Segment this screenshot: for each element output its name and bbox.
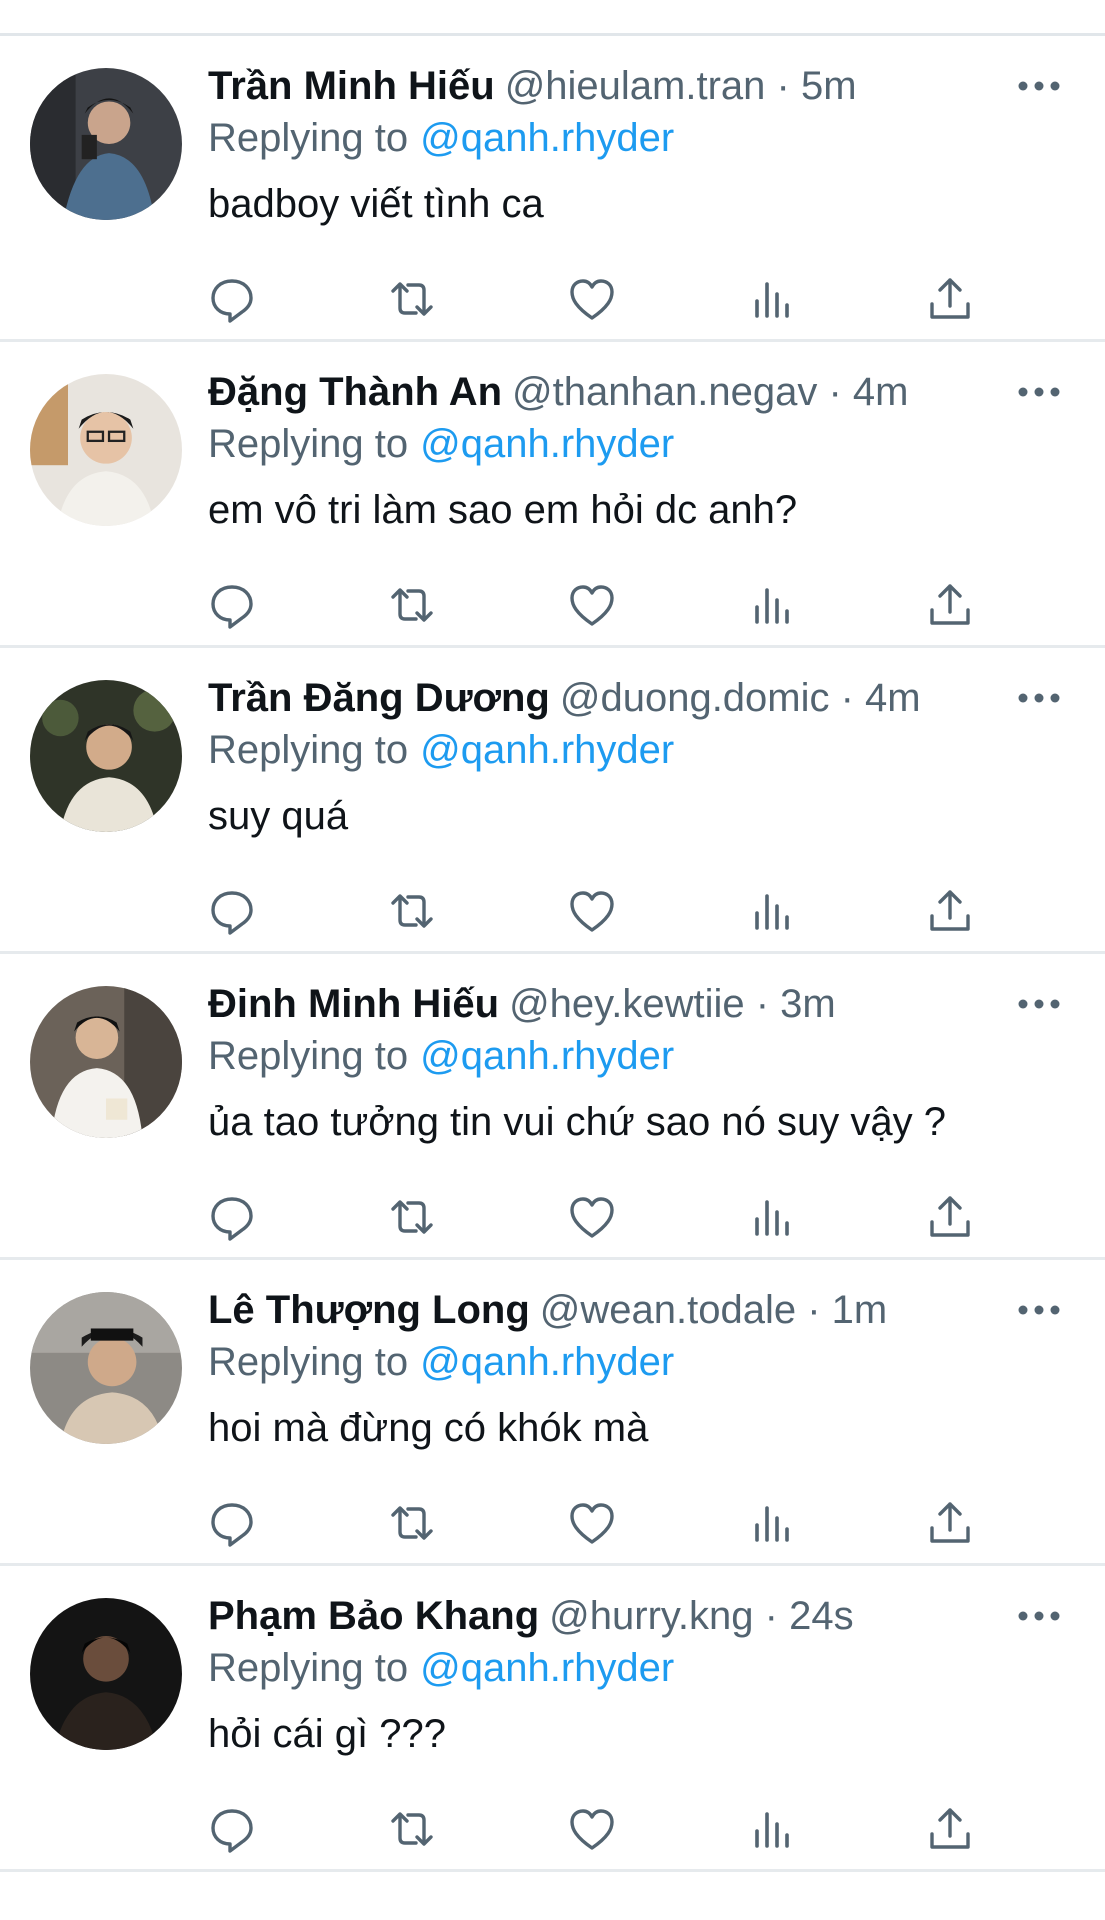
handle-and-time: @duong.domic · 4m bbox=[559, 676, 921, 720]
tweet-item[interactable]: Trần Minh Hiếu @hieulam.tran · 5m Replyin… bbox=[0, 36, 1105, 342]
replying-prefix: Replying to bbox=[208, 422, 409, 466]
mention-link[interactable]: @qanh.rhyder bbox=[420, 116, 674, 160]
share-icon[interactable] bbox=[923, 1496, 977, 1550]
like-icon[interactable] bbox=[565, 1802, 619, 1856]
display-name[interactable]: Đặng Thành An bbox=[208, 370, 502, 414]
more-icon[interactable] bbox=[1017, 992, 1061, 1016]
handle-and-time: @hurry.kng · 24s bbox=[549, 1594, 854, 1638]
mention-link[interactable]: @qanh.rhyder bbox=[420, 1340, 674, 1384]
replying-to-line: Replying to @qanh.rhyder bbox=[208, 724, 674, 776]
handle-and-time: @hey.kewtiie · 3m bbox=[509, 982, 836, 1026]
share-icon[interactable] bbox=[923, 578, 977, 632]
retweet-icon[interactable] bbox=[385, 1496, 439, 1550]
share-icon[interactable] bbox=[923, 1802, 977, 1856]
tweet-header: Trần Minh Hiếu @hieulam.tran · 5m bbox=[208, 60, 857, 112]
tweet-header: Lê Thượng Long @wean.todale · 1m bbox=[208, 1284, 887, 1336]
avatar[interactable] bbox=[30, 374, 182, 526]
reply-icon[interactable] bbox=[205, 1802, 259, 1856]
tweet-text: suy quá bbox=[208, 794, 349, 838]
share-icon[interactable] bbox=[923, 1190, 977, 1244]
handle-and-time: @wean.todale · 1m bbox=[539, 1288, 888, 1332]
avatar[interactable] bbox=[30, 1598, 182, 1750]
more-icon[interactable] bbox=[1017, 74, 1061, 98]
views-icon[interactable] bbox=[745, 1190, 799, 1244]
display-name[interactable]: Trần Đăng Dương bbox=[208, 676, 550, 720]
views-icon[interactable] bbox=[745, 578, 799, 632]
mention-link[interactable]: @qanh.rhyder bbox=[420, 1034, 674, 1078]
avatar[interactable] bbox=[30, 680, 182, 832]
replying-to-line: Replying to @qanh.rhyder bbox=[208, 1642, 674, 1694]
replying-prefix: Replying to bbox=[208, 116, 409, 160]
reply-icon[interactable] bbox=[205, 578, 259, 632]
replying-to-line: Replying to @qanh.rhyder bbox=[208, 1030, 674, 1082]
views-icon[interactable] bbox=[745, 1802, 799, 1856]
share-icon[interactable] bbox=[923, 272, 977, 326]
like-icon[interactable] bbox=[565, 272, 619, 326]
tweet-item[interactable]: Phạm Bảo Khang @hurry.kng · 24s Replying … bbox=[0, 1566, 1105, 1872]
reply-icon[interactable] bbox=[205, 884, 259, 938]
retweet-icon[interactable] bbox=[385, 578, 439, 632]
mention-link[interactable]: @qanh.rhyder bbox=[420, 422, 674, 466]
tweet-item[interactable]: Đinh Minh Hiếu @hey.kewtiie · 3m Replying… bbox=[0, 954, 1105, 1260]
tweet-text: ủa tao tưởng tin vui chứ sao nó suy vậy … bbox=[208, 1100, 946, 1144]
reply-icon[interactable] bbox=[205, 272, 259, 326]
tweet-text: hỏi cái gì ??? bbox=[208, 1712, 446, 1756]
action-bar bbox=[0, 272, 1105, 326]
replying-to-line: Replying to @qanh.rhyder bbox=[208, 1336, 674, 1388]
retweet-icon[interactable] bbox=[385, 884, 439, 938]
action-bar bbox=[0, 1496, 1105, 1550]
replying-to-line: Replying to @qanh.rhyder bbox=[208, 418, 674, 470]
more-icon[interactable] bbox=[1017, 1298, 1061, 1322]
tweet-header: Phạm Bảo Khang @hurry.kng · 24s bbox=[208, 1590, 854, 1642]
tweet-item[interactable]: Đặng Thành An @thanhan.negav · 4m Replyin… bbox=[0, 342, 1105, 648]
share-icon[interactable] bbox=[923, 884, 977, 938]
display-name[interactable]: Đinh Minh Hiếu bbox=[208, 982, 499, 1026]
reply-icon[interactable] bbox=[205, 1496, 259, 1550]
replying-prefix: Replying to bbox=[208, 728, 409, 772]
views-icon[interactable] bbox=[745, 272, 799, 326]
tweet-text: badboy viết tình ca bbox=[208, 182, 544, 226]
more-icon[interactable] bbox=[1017, 1604, 1061, 1628]
retweet-icon[interactable] bbox=[385, 1802, 439, 1856]
like-icon[interactable] bbox=[565, 578, 619, 632]
display-name[interactable]: Lê Thượng Long bbox=[208, 1288, 530, 1332]
action-bar bbox=[0, 1802, 1105, 1856]
views-icon[interactable] bbox=[745, 884, 799, 938]
mention-link[interactable]: @qanh.rhyder bbox=[420, 1646, 674, 1690]
reply-feed: Trần Minh Hiếu @hieulam.tran · 5m Replyin… bbox=[0, 36, 1105, 1872]
avatar[interactable] bbox=[30, 1292, 182, 1444]
replying-prefix: Replying to bbox=[208, 1340, 409, 1384]
tweet-header: Đặng Thành An @thanhan.negav · 4m bbox=[208, 366, 908, 418]
display-name[interactable]: Phạm Bảo Khang bbox=[208, 1594, 539, 1638]
retweet-icon[interactable] bbox=[385, 272, 439, 326]
like-icon[interactable] bbox=[565, 1496, 619, 1550]
tweet-item[interactable]: Trần Đăng Dương @duong.domic · 4m Replyin… bbox=[0, 648, 1105, 954]
tweet-text: hoi mà đừng có khók mà bbox=[208, 1406, 649, 1450]
more-icon[interactable] bbox=[1017, 380, 1061, 404]
like-icon[interactable] bbox=[565, 884, 619, 938]
avatar[interactable] bbox=[30, 986, 182, 1138]
tweet-text: em vô tri làm sao em hỏi dc anh? bbox=[208, 488, 798, 532]
handle-and-time: @hieulam.tran · 5m bbox=[504, 64, 857, 108]
top-divider bbox=[0, 0, 1105, 36]
replying-prefix: Replying to bbox=[208, 1646, 409, 1690]
tweet-header: Trần Đăng Dương @duong.domic · 4m bbox=[208, 672, 921, 724]
tweet-header: Đinh Minh Hiếu @hey.kewtiie · 3m bbox=[208, 978, 836, 1030]
bottom-spacer bbox=[0, 1874, 1105, 1920]
handle-and-time: @thanhan.negav · 4m bbox=[512, 370, 909, 414]
replying-prefix: Replying to bbox=[208, 1034, 409, 1078]
reply-icon[interactable] bbox=[205, 1190, 259, 1244]
action-bar bbox=[0, 1190, 1105, 1244]
replying-to-line: Replying to @qanh.rhyder bbox=[208, 112, 674, 164]
display-name[interactable]: Trần Minh Hiếu bbox=[208, 64, 495, 108]
like-icon[interactable] bbox=[565, 1190, 619, 1244]
action-bar bbox=[0, 884, 1105, 938]
action-bar bbox=[0, 578, 1105, 632]
avatar[interactable] bbox=[30, 68, 182, 220]
mention-link[interactable]: @qanh.rhyder bbox=[420, 728, 674, 772]
retweet-icon[interactable] bbox=[385, 1190, 439, 1244]
tweet-item[interactable]: Lê Thượng Long @wean.todale · 1m Replying… bbox=[0, 1260, 1105, 1566]
views-icon[interactable] bbox=[745, 1496, 799, 1550]
more-icon[interactable] bbox=[1017, 686, 1061, 710]
